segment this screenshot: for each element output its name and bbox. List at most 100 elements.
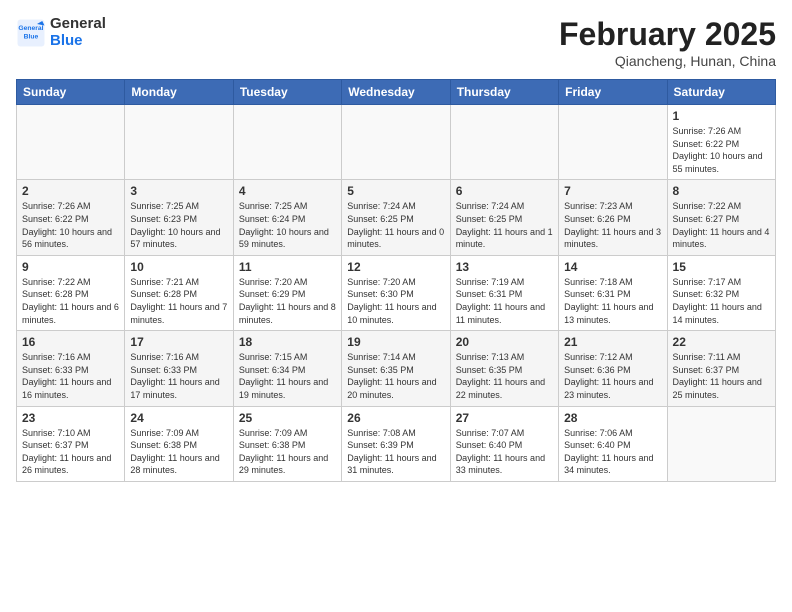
day-number: 16: [22, 335, 119, 349]
day-cell: 27 Sunrise: 7:07 AM Sunset: 6:40 PM Dayli…: [450, 406, 558, 481]
weekday-sunday: Sunday: [17, 80, 125, 105]
day-info: Sunrise: 7:24 AM Sunset: 6:25 PM Dayligh…: [347, 200, 444, 250]
day-info: Sunrise: 7:22 AM Sunset: 6:27 PM Dayligh…: [673, 200, 770, 250]
week-row-2: 2Sunrise: 7:26 AM Sunset: 6:22 PM Daylig…: [17, 180, 776, 255]
day-info: Sunrise: 7:16 AM Sunset: 6:33 PM Dayligh…: [130, 351, 227, 401]
day-number: 21: [564, 335, 661, 349]
day-info: Sunrise: 7:24 AM Sunset: 6:25 PM Dayligh…: [456, 200, 553, 250]
day-cell: 3 Sunrise: 7:25 AM Sunset: 6:23 PM Daylig…: [125, 180, 233, 255]
day-cell: 19 Sunrise: 7:14 AM Sunset: 6:35 PM Dayli…: [342, 331, 450, 406]
day-cell: 10Sunrise: 7:21 AM Sunset: 6:28 PM Dayli…: [125, 255, 233, 330]
day-number: 20: [456, 335, 553, 349]
logo: General Blue General Blue: [16, 16, 106, 49]
day-number: 25: [239, 411, 336, 425]
logo-icon: General Blue: [16, 18, 46, 48]
day-cell: 1 Sunrise: 7:26 AM Sunset: 6:22 PM Daylig…: [667, 105, 775, 180]
day-info: Sunrise: 7:16 AM Sunset: 6:33 PM Dayligh…: [22, 351, 119, 401]
day-cell: 26 Sunrise: 7:08 AM Sunset: 6:39 PM Dayli…: [342, 406, 450, 481]
day-info: Sunrise: 7:08 AM Sunset: 6:39 PM Dayligh…: [347, 427, 444, 477]
calendar-table: SundayMondayTuesdayWednesdayThursdayFrid…: [16, 79, 776, 482]
day-info: Sunrise: 7:25 AM Sunset: 6:23 PM Dayligh…: [130, 200, 227, 250]
day-number: 1: [673, 109, 770, 123]
day-cell: 24 Sunrise: 7:09 AM Sunset: 6:38 PM Dayli…: [125, 406, 233, 481]
day-info: Sunrise: 7:19 AM Sunset: 6:31 PM Dayligh…: [456, 276, 553, 326]
day-info: Sunrise: 7:09 AM Sunset: 6:38 PM Dayligh…: [130, 427, 227, 477]
day-cell: [450, 105, 558, 180]
day-info: Sunrise: 7:21 AM Sunset: 6:28 PM Dayligh…: [130, 276, 227, 326]
day-info: Sunrise: 7:10 AM Sunset: 6:37 PM Dayligh…: [22, 427, 119, 477]
day-number: 15: [673, 260, 770, 274]
svg-text:Blue: Blue: [24, 33, 39, 40]
day-number: 14: [564, 260, 661, 274]
day-info: Sunrise: 7:17 AM Sunset: 6:32 PM Dayligh…: [673, 276, 770, 326]
day-cell: 16 Sunrise: 7:16 AM Sunset: 6:33 PM Dayli…: [17, 331, 125, 406]
day-cell: 23 Sunrise: 7:10 AM Sunset: 6:37 PM Dayli…: [17, 406, 125, 481]
day-cell: 14 Sunrise: 7:18 AM Sunset: 6:31 PM Dayli…: [559, 255, 667, 330]
logo-blue: Blue: [50, 33, 106, 50]
week-row-5: 23 Sunrise: 7:10 AM Sunset: 6:37 PM Dayli…: [17, 406, 776, 481]
title-block: February 2025 Qiancheng, Hunan, China: [559, 16, 776, 69]
day-number: 3: [130, 184, 227, 198]
day-cell: [233, 105, 341, 180]
day-cell: 7 Sunrise: 7:23 AM Sunset: 6:26 PM Daylig…: [559, 180, 667, 255]
day-number: 17: [130, 335, 227, 349]
day-number: 26: [347, 411, 444, 425]
day-number: 9: [22, 260, 119, 274]
day-info: Sunrise: 7:18 AM Sunset: 6:31 PM Dayligh…: [564, 276, 661, 326]
day-number: 23: [22, 411, 119, 425]
day-cell: [342, 105, 450, 180]
day-info: Sunrise: 7:20 AM Sunset: 6:30 PM Dayligh…: [347, 276, 444, 326]
day-number: 18: [239, 335, 336, 349]
day-info: Sunrise: 7:12 AM Sunset: 6:36 PM Dayligh…: [564, 351, 661, 401]
day-cell: 21 Sunrise: 7:12 AM Sunset: 6:36 PM Dayli…: [559, 331, 667, 406]
day-info: Sunrise: 7:26 AM Sunset: 6:22 PM Dayligh…: [673, 125, 770, 175]
week-row-3: 9Sunrise: 7:22 AM Sunset: 6:28 PM Daylig…: [17, 255, 776, 330]
day-info: Sunrise: 7:07 AM Sunset: 6:40 PM Dayligh…: [456, 427, 553, 477]
day-info: Sunrise: 7:13 AM Sunset: 6:35 PM Dayligh…: [456, 351, 553, 401]
day-number: 12: [347, 260, 444, 274]
day-number: 27: [456, 411, 553, 425]
day-number: 7: [564, 184, 661, 198]
svg-text:General: General: [18, 25, 43, 32]
day-cell: [17, 105, 125, 180]
page-header: General Blue General Blue February 2025 …: [16, 16, 776, 69]
day-number: 22: [673, 335, 770, 349]
weekday-thursday: Thursday: [450, 80, 558, 105]
day-number: 13: [456, 260, 553, 274]
day-cell: 11Sunrise: 7:20 AM Sunset: 6:29 PM Dayli…: [233, 255, 341, 330]
day-info: Sunrise: 7:14 AM Sunset: 6:35 PM Dayligh…: [347, 351, 444, 401]
location: Qiancheng, Hunan, China: [559, 53, 776, 69]
weekday-saturday: Saturday: [667, 80, 775, 105]
day-cell: 28 Sunrise: 7:06 AM Sunset: 6:40 PM Dayli…: [559, 406, 667, 481]
day-info: Sunrise: 7:06 AM Sunset: 6:40 PM Dayligh…: [564, 427, 661, 477]
day-cell: 13 Sunrise: 7:19 AM Sunset: 6:31 PM Dayli…: [450, 255, 558, 330]
day-cell: 18 Sunrise: 7:15 AM Sunset: 6:34 PM Dayli…: [233, 331, 341, 406]
week-row-4: 16 Sunrise: 7:16 AM Sunset: 6:33 PM Dayli…: [17, 331, 776, 406]
logo-general: General: [50, 16, 106, 33]
day-info: Sunrise: 7:15 AM Sunset: 6:34 PM Dayligh…: [239, 351, 336, 401]
day-cell: [559, 105, 667, 180]
day-cell: 15 Sunrise: 7:17 AM Sunset: 6:32 PM Dayli…: [667, 255, 775, 330]
day-cell: 22Sunrise: 7:11 AM Sunset: 6:37 PM Dayli…: [667, 331, 775, 406]
day-info: Sunrise: 7:23 AM Sunset: 6:26 PM Dayligh…: [564, 200, 661, 250]
weekday-header-row: SundayMondayTuesdayWednesdayThursdayFrid…: [17, 80, 776, 105]
day-number: 28: [564, 411, 661, 425]
day-cell: 12 Sunrise: 7:20 AM Sunset: 6:30 PM Dayli…: [342, 255, 450, 330]
day-cell: 4Sunrise: 7:25 AM Sunset: 6:24 PM Daylig…: [233, 180, 341, 255]
day-cell: 17 Sunrise: 7:16 AM Sunset: 6:33 PM Dayli…: [125, 331, 233, 406]
day-cell: [125, 105, 233, 180]
weekday-tuesday: Tuesday: [233, 80, 341, 105]
day-number: 6: [456, 184, 553, 198]
day-cell: 25 Sunrise: 7:09 AM Sunset: 6:38 PM Dayli…: [233, 406, 341, 481]
weekday-monday: Monday: [125, 80, 233, 105]
day-cell: 5 Sunrise: 7:24 AM Sunset: 6:25 PM Daylig…: [342, 180, 450, 255]
day-number: 24: [130, 411, 227, 425]
day-cell: 9Sunrise: 7:22 AM Sunset: 6:28 PM Daylig…: [17, 255, 125, 330]
month-title: February 2025: [559, 16, 776, 53]
day-number: 5: [347, 184, 444, 198]
day-info: Sunrise: 7:09 AM Sunset: 6:38 PM Dayligh…: [239, 427, 336, 477]
weekday-wednesday: Wednesday: [342, 80, 450, 105]
day-number: 4: [239, 184, 336, 198]
day-number: 19: [347, 335, 444, 349]
day-cell: 2Sunrise: 7:26 AM Sunset: 6:22 PM Daylig…: [17, 180, 125, 255]
